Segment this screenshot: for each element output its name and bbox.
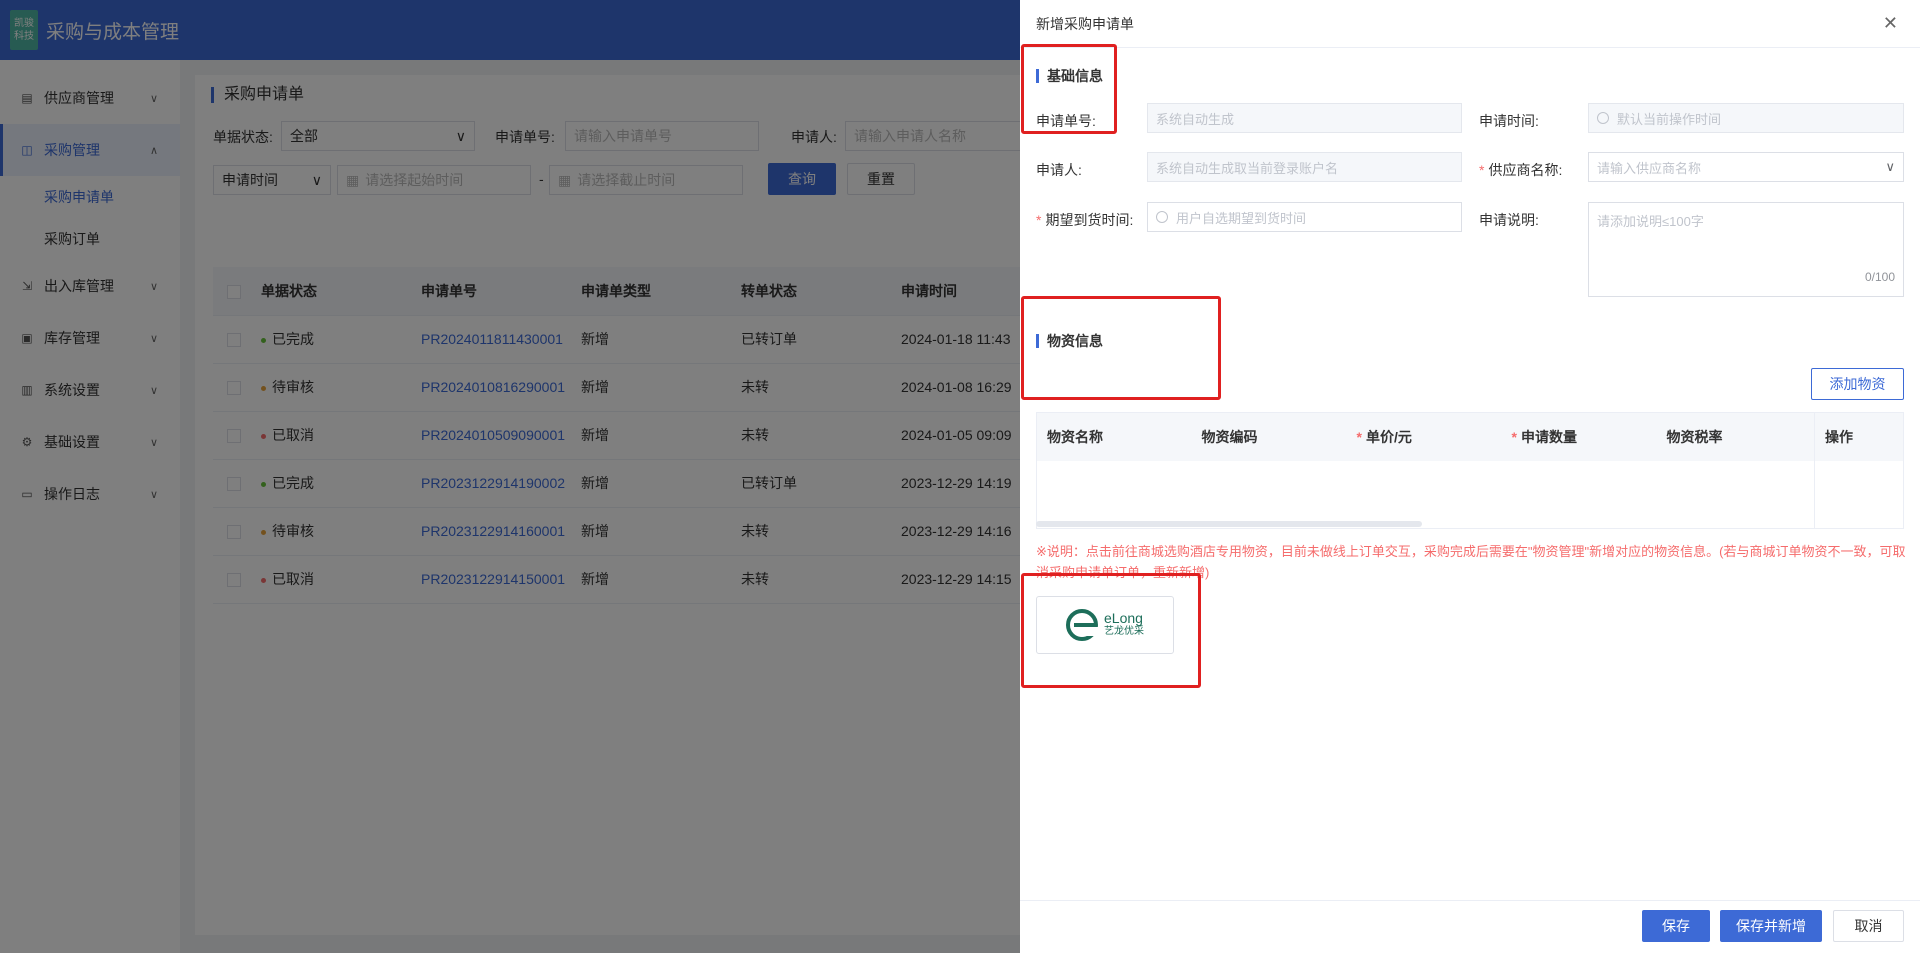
expect-time-label-text: 期望到货时间:	[1045, 212, 1134, 228]
material-header-row: 物资名称 物资编码 * 单价/元 * 申请数量 物资税率 操作	[1036, 412, 1904, 461]
required-mark: *	[1479, 162, 1485, 178]
cancel-button[interactable]: 取消	[1833, 910, 1904, 942]
description-textarea[interactable]: 请添加说明≤100字 0/100	[1588, 202, 1904, 297]
required-mark: *	[1036, 212, 1042, 228]
highlight-box	[1021, 296, 1221, 400]
supplier-label-text: 供应商名称:	[1488, 162, 1563, 178]
request-time-label: 申请时间:	[1479, 113, 1539, 129]
expect-time-placeholder: 用户自选期望到货时间	[1176, 210, 1307, 226]
col-unit-price: * 单价/元	[1346, 412, 1502, 461]
supplier-placeholder: 请输入供应商名称	[1597, 160, 1702, 176]
applicant-field: 系统自动生成取当前登录账户名	[1147, 152, 1462, 182]
material-table: 物资名称 物资编码 * 单价/元 * 申请数量 物资税率 操作	[1036, 412, 1904, 529]
clock-icon	[1597, 112, 1609, 124]
request-no-field: 系统自动生成	[1147, 103, 1462, 133]
highlight-box	[1021, 44, 1117, 134]
col-operation: 操作	[1814, 412, 1904, 461]
description-label: 申请说明:	[1479, 212, 1539, 228]
required-mark: *	[1356, 428, 1362, 445]
material-empty-row	[1037, 460, 1904, 529]
expect-time-label: * 期望到货时间:	[1036, 210, 1133, 230]
save-and-new-button[interactable]: 保存并新增	[1720, 910, 1822, 942]
applicant-label: 申请人:	[1036, 162, 1082, 178]
request-time-placeholder: 默认当前操作时间	[1617, 111, 1722, 127]
close-icon[interactable]: ✕	[1883, 14, 1898, 32]
add-material-button[interactable]: 添加物资	[1811, 368, 1904, 400]
highlight-box	[1021, 573, 1201, 688]
horizontal-scrollbar[interactable]	[1036, 521, 1422, 527]
clock-icon	[1156, 211, 1168, 223]
col-material-name: 物资名称	[1036, 412, 1192, 461]
col-tax-rate: 物资税率	[1656, 412, 1815, 461]
supplier-label: * 供应商名称:	[1479, 160, 1562, 180]
description-placeholder: 请添加说明≤100字	[1597, 214, 1704, 229]
col-quantity: * 申请数量	[1501, 412, 1657, 461]
drawer-footer: 保存 保存并新增 取消	[1020, 900, 1920, 953]
request-time-field: 默认当前操作时间	[1588, 103, 1904, 133]
expect-time-picker[interactable]: 用户自选期望到货时间	[1147, 202, 1462, 232]
col-material-code: 物资编码	[1191, 412, 1347, 461]
char-counter: 0/100	[1864, 270, 1895, 284]
required-mark: *	[1511, 428, 1517, 445]
drawer-title: 新增采购申请单	[1036, 15, 1134, 32]
save-button[interactable]: 保存	[1642, 910, 1710, 942]
chevron-down-icon: ∨	[1885, 159, 1895, 174]
new-request-drawer: 新增采购申请单 ✕ 基础信息 申请单号: 系统自动生成 申请时间: 默认当前操作…	[1020, 0, 1920, 953]
drawer-header: 新增采购申请单 ✕	[1020, 0, 1920, 48]
supplier-select[interactable]: 请输入供应商名称 ∨	[1588, 152, 1904, 182]
